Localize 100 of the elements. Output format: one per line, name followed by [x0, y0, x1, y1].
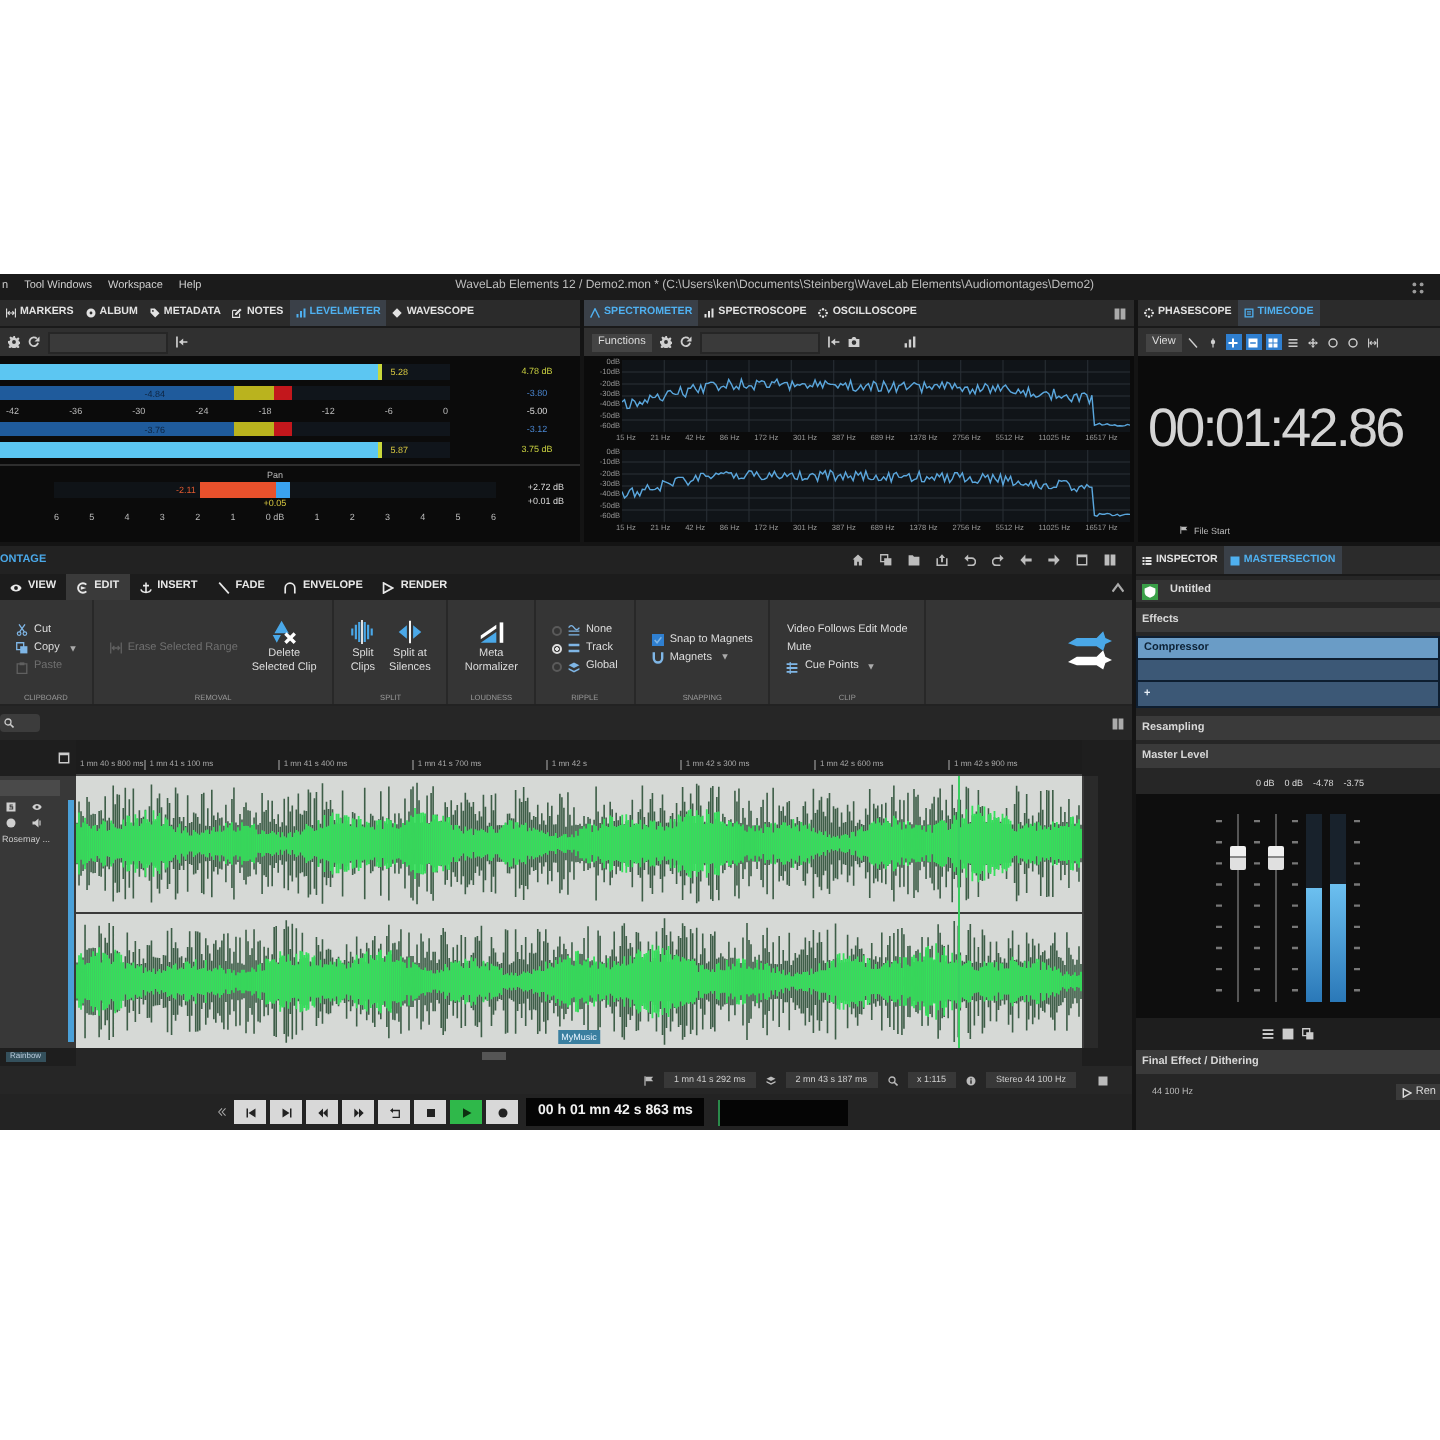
layers-icon — [765, 1075, 776, 1085]
cue-points-icon — [786, 661, 799, 674]
tool-button[interactable] — [1345, 334, 1362, 350]
arrow-bar-icon[interactable] — [827, 336, 840, 348]
zoom-control[interactable] — [0, 714, 40, 732]
play-outline-icon — [382, 581, 395, 593]
play-outline-icon — [1401, 1087, 1412, 1097]
panel-icon[interactable] — [1114, 307, 1126, 319]
bracket-arrows-icon — [1368, 337, 1379, 347]
caret-icon — [868, 664, 875, 671]
redo-icon[interactable] — [992, 554, 1004, 566]
flag-icon — [643, 1075, 654, 1085]
preset-field[interactable] — [48, 331, 168, 353]
tool-button[interactable] — [1325, 334, 1342, 350]
copy-icon[interactable] — [1302, 1028, 1314, 1040]
scroll-thumb[interactable] — [482, 1052, 506, 1060]
fader-knob[interactable] — [1268, 845, 1284, 870]
eye-icon — [10, 581, 22, 593]
vertical-scrollbar[interactable] — [1082, 776, 1098, 1048]
radio-button[interactable] — [551, 625, 562, 635]
record-button[interactable] — [486, 1100, 518, 1124]
track-lines-icon — [567, 642, 580, 655]
panel-icon[interactable] — [1104, 554, 1116, 566]
slash-icon — [1188, 337, 1199, 347]
edit-icon — [232, 308, 243, 318]
skip-start-icon — [245, 1107, 255, 1117]
arrow-right-icon[interactable] — [1048, 554, 1060, 566]
double-arrow-icon — [1068, 630, 1112, 674]
info-display — [718, 1099, 849, 1125]
split-waveform-icon — [350, 620, 375, 645]
shield-icon — [1142, 583, 1158, 599]
copy-icon[interactable] — [880, 554, 892, 566]
info-icon — [965, 1075, 976, 1085]
refresh-icon[interactable] — [679, 336, 692, 348]
panel-icon[interactable] — [1112, 717, 1124, 729]
refresh-icon[interactable] — [28, 336, 40, 348]
bar-chart-icon — [704, 308, 715, 318]
solo-icon[interactable] — [6, 802, 16, 812]
preset-field[interactable] — [699, 331, 820, 353]
window-icon[interactable] — [58, 752, 70, 764]
eye-icon[interactable] — [32, 802, 42, 812]
stop-button[interactable] — [414, 1100, 446, 1124]
arrow-left-icon[interactable] — [1020, 554, 1032, 566]
shapes-x-icon — [272, 620, 297, 645]
tool-button[interactable] — [1245, 334, 1262, 350]
radio-button[interactable] — [551, 662, 562, 673]
tool-button[interactable] — [1265, 334, 1282, 350]
loop-button[interactable] — [378, 1100, 410, 1124]
home-icon[interactable] — [852, 554, 864, 566]
export-icon[interactable] — [936, 554, 948, 566]
checkbox[interactable] — [651, 633, 664, 646]
speaker-icon[interactable] — [32, 818, 42, 828]
dot-icon[interactable] — [6, 818, 16, 828]
tag-icon — [149, 308, 160, 318]
arrow-bar-icon[interactable] — [176, 336, 188, 348]
dots-ring-icon — [818, 308, 829, 318]
rewind-button[interactable] — [306, 1100, 338, 1124]
copy-icon — [16, 642, 28, 655]
search-icon — [887, 1075, 898, 1085]
square-icon[interactable] — [1282, 1028, 1294, 1040]
square-icon[interactable] — [1098, 1075, 1108, 1085]
layers-icon — [567, 661, 580, 674]
list-icon — [1142, 555, 1152, 565]
lines-icon — [1288, 337, 1299, 347]
window-icon[interactable] — [1076, 554, 1088, 566]
grid-icon — [1268, 337, 1279, 347]
settings-icon[interactable] — [659, 336, 672, 348]
tool-button[interactable] — [1285, 334, 1302, 350]
play-icon — [461, 1107, 471, 1117]
bar-chart-icon[interactable] — [903, 336, 916, 348]
tool-button[interactable] — [1365, 334, 1382, 350]
skip-start-button[interactable] — [234, 1100, 266, 1124]
play-button[interactable] — [450, 1100, 482, 1124]
diamond-icon — [392, 308, 403, 318]
ramp-icon — [479, 620, 504, 645]
chevron-up-icon[interactable] — [1112, 581, 1124, 593]
c-arrow-icon — [76, 581, 89, 593]
folder-icon[interactable] — [908, 554, 920, 566]
chevrons-icon[interactable] — [218, 1108, 226, 1116]
caret-icon — [69, 645, 76, 652]
record-icon — [497, 1107, 507, 1117]
tool-button[interactable] — [1185, 334, 1202, 350]
skip-end-button[interactable] — [270, 1100, 302, 1124]
bar-chart-icon — [295, 308, 306, 318]
camera-icon[interactable] — [847, 336, 860, 348]
undo-icon[interactable] — [964, 554, 976, 566]
tool-button[interactable] — [1305, 334, 1322, 350]
fader-knob[interactable] — [1230, 845, 1246, 870]
horizontal-scrollbar[interactable] — [76, 1048, 1082, 1066]
rewind-icon — [317, 1107, 327, 1117]
search-icon — [4, 718, 14, 728]
timecode-display: 00:01:42.86 — [1148, 402, 1403, 456]
checkmark-icon — [653, 635, 662, 644]
forward-button[interactable] — [342, 1100, 374, 1124]
magnet-icon — [651, 651, 664, 664]
dots-grid-icon[interactable] — [1412, 281, 1424, 293]
lines-icon[interactable] — [1262, 1028, 1274, 1040]
dots-ring-icon — [1144, 308, 1154, 318]
move-icon — [1308, 337, 1319, 347]
settings-icon[interactable] — [8, 336, 20, 348]
